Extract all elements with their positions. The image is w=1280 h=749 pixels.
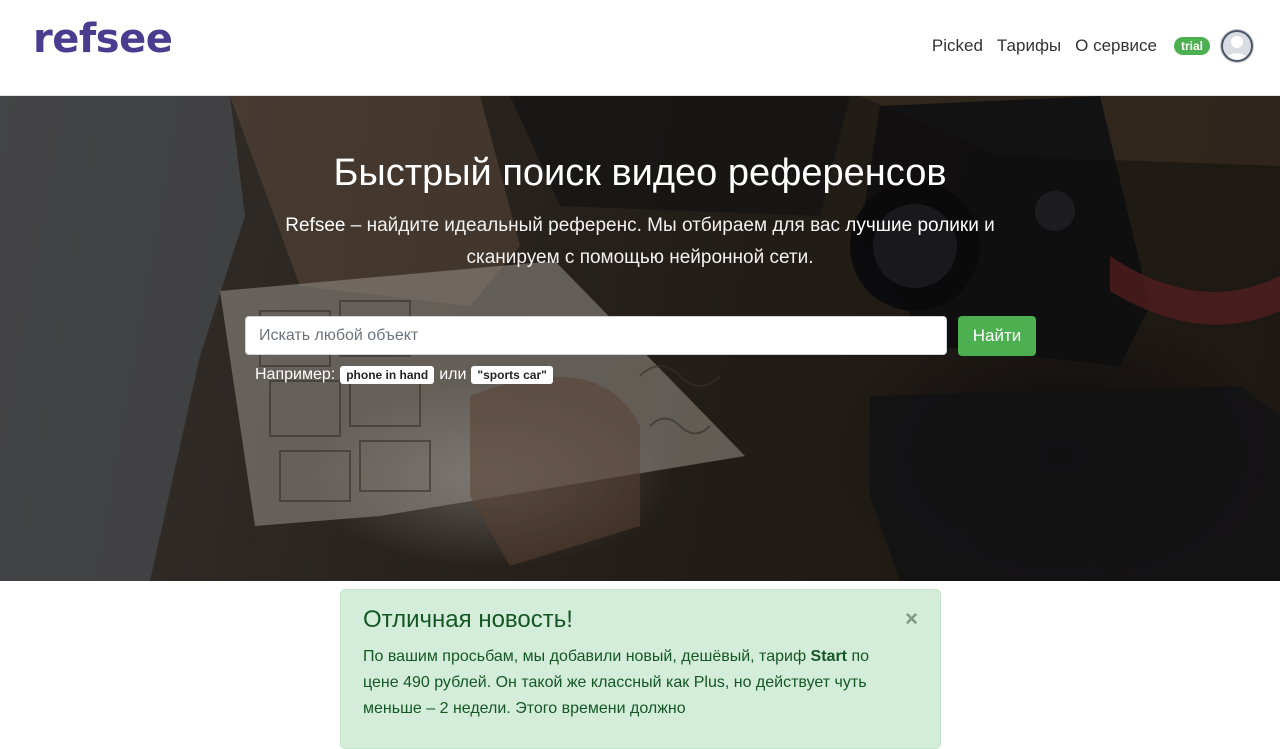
nav-link-about[interactable]: О сервисе (1075, 36, 1157, 56)
search-input[interactable] (245, 316, 947, 355)
trial-badge: trial (1174, 37, 1211, 55)
alert-title: Отличная новость! (363, 606, 573, 633)
alert-text-part1: По вашим просьбам, мы добавили новый, де… (363, 648, 811, 665)
nav-link-pricing[interactable]: Тарифы (997, 36, 1061, 56)
nav-link-picked[interactable]: Picked (932, 36, 983, 56)
search-examples: Например: phone in hand или "sports car" (255, 366, 553, 384)
hero-subtitle-part1: – найдите идеальный референс. Мы отбирае… (345, 215, 846, 236)
alert-text: По вашим просьбам, мы добавили новый, де… (363, 644, 903, 722)
user-avatar-icon[interactable] (1220, 29, 1254, 63)
example-chip-phone-in-hand[interactable]: phone in hand (340, 366, 435, 384)
avatar-silhouette-icon (1221, 30, 1253, 62)
refsee-logo[interactable]: refsee (33, 16, 173, 62)
example-chip-sports-car[interactable]: "sports car" (471, 366, 553, 384)
nav-links: Picked Тарифы О сервисе (932, 36, 1157, 56)
news-alert: Отличная новость! × По вашим просьбам, м… (340, 589, 941, 749)
close-icon[interactable]: × (905, 608, 918, 630)
examples-label: Например: (255, 366, 336, 383)
alert-text-bold: Start (810, 648, 847, 665)
hero-subtitle: Refsee – найдите идеальный референс. Мы … (240, 210, 1040, 274)
hero-subtitle-highlight: лучшие ролики (845, 215, 979, 236)
hero-section: Быстрый поиск видео референсов Refsee – … (0, 96, 1280, 581)
examples-or: или (439, 366, 467, 383)
search-button[interactable]: Найти (958, 316, 1036, 356)
top-navbar: refsee Picked Тарифы О сервисе trial (0, 0, 1280, 96)
hero-subtitle-brand: Refsee (285, 215, 346, 236)
hero-title: Быстрый поиск видео референсов (333, 152, 947, 194)
